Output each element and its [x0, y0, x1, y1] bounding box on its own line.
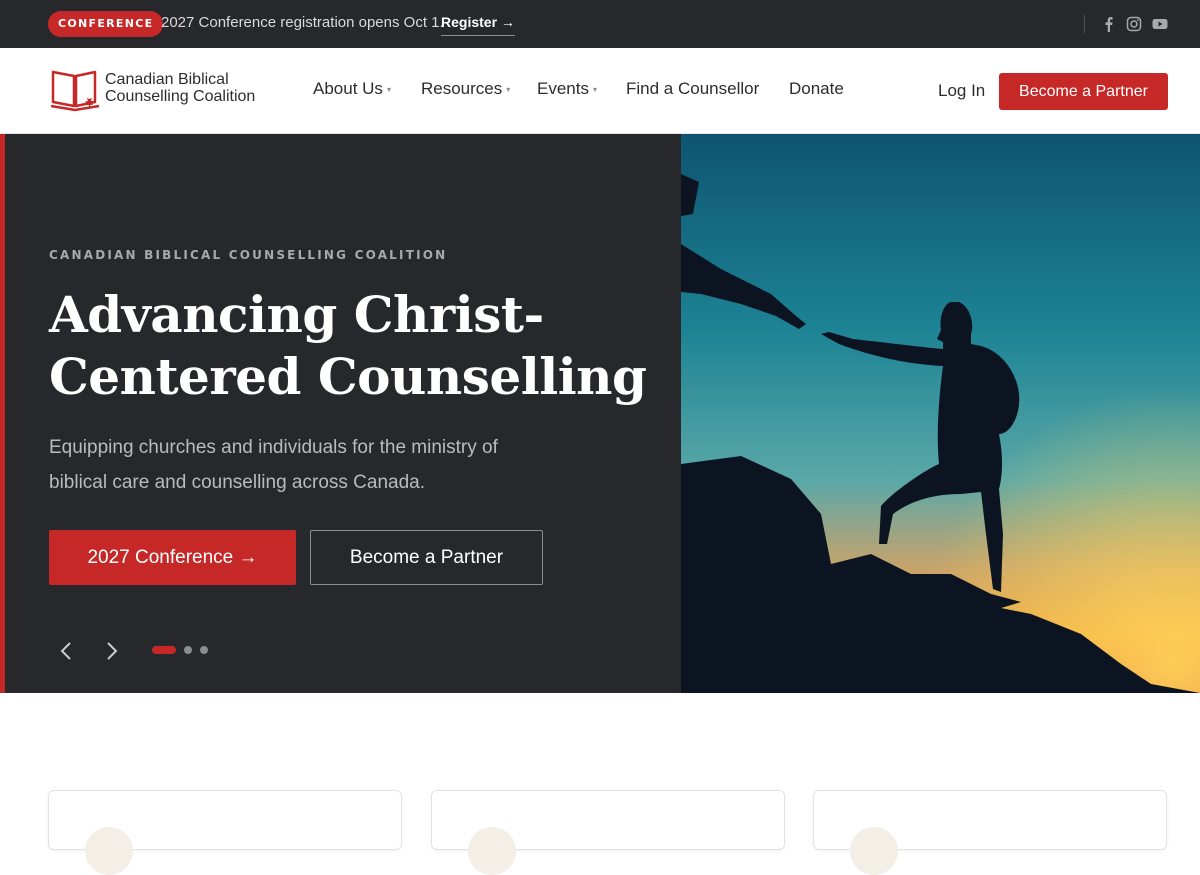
nav-about-us-label: About Us: [313, 79, 383, 98]
hero-image: [681, 134, 1200, 693]
card-icon: [85, 827, 133, 875]
logo-line-2: Counselling Coalition: [105, 88, 256, 105]
hero-carousel: CANADIAN BIBLICAL COUNSELLING COALITION …: [0, 134, 1200, 693]
chevron-down-icon: ▾: [386, 85, 391, 95]
topbar-divider: [1084, 15, 1085, 33]
nav-donate[interactable]: Donate: [789, 79, 844, 99]
youtube-icon[interactable]: [1152, 16, 1168, 32]
feature-card[interactable]: [48, 790, 402, 875]
card-icon: [468, 827, 516, 875]
hero-become-partner-button[interactable]: Become a Partner: [310, 530, 543, 585]
helping-hand-silhouette-image: [681, 134, 1200, 693]
nav-events[interactable]: Events ▾: [537, 79, 597, 99]
nav-donate-label: Donate: [789, 79, 844, 98]
nav-events-label: Events: [537, 79, 589, 98]
register-link[interactable]: Register →: [441, 14, 515, 36]
site-header: Canadian Biblical Counselling Coalition …: [0, 48, 1200, 134]
facebook-icon[interactable]: [1101, 16, 1117, 32]
book-maple-leaf-logo-icon[interactable]: [50, 66, 100, 114]
conference-badge: CONFERENCE: [48, 11, 164, 37]
slide-dot[interactable]: [200, 646, 208, 654]
announcement-text: 2027 Conference registration opens Oct 1…: [161, 14, 444, 31]
logo-line-1: Canadian Biblical: [105, 71, 229, 88]
slide-dot[interactable]: [184, 646, 192, 654]
card-icon: [850, 827, 898, 875]
become-partner-button[interactable]: Become a Partner: [999, 73, 1168, 110]
announcement-bar: CONFERENCE 2027 Conference registration …: [0, 0, 1200, 48]
nav-about-us[interactable]: About Us ▾: [313, 79, 391, 99]
instagram-icon[interactable]: [1126, 16, 1142, 32]
nav-find-a-counsellor-label: Find a Counsellor: [626, 79, 760, 98]
chevron-down-icon: ▾: [592, 85, 597, 95]
chevron-down-icon: ▾: [506, 85, 511, 95]
nav-resources-label: Resources: [421, 79, 503, 98]
chevron-right-icon[interactable]: [101, 640, 121, 662]
feature-card[interactable]: [431, 790, 785, 875]
nav-find-a-counsellor[interactable]: Find a Counsellor: [626, 79, 759, 99]
conference-button[interactable]: 2027 Conference →: [49, 530, 296, 585]
hero-subtitle: Equipping churches and individuals for t…: [49, 437, 498, 493]
hero-eyebrow: CANADIAN BIBLICAL COUNSELLING COALITION: [49, 248, 448, 262]
login-link[interactable]: Log In: [938, 81, 985, 101]
nav-resources[interactable]: Resources ▾: [421, 79, 510, 99]
chevron-left-icon[interactable]: [57, 640, 77, 662]
feature-card[interactable]: [813, 790, 1167, 875]
hero-content: CANADIAN BIBLICAL COUNSELLING COALITION …: [0, 134, 681, 693]
slide-dot-active[interactable]: [152, 646, 176, 654]
hero-title: Advancing Christ-Centered Counselling: [49, 285, 647, 406]
site-logo-text[interactable]: Canadian Biblical Counselling Coalition: [105, 71, 255, 105]
